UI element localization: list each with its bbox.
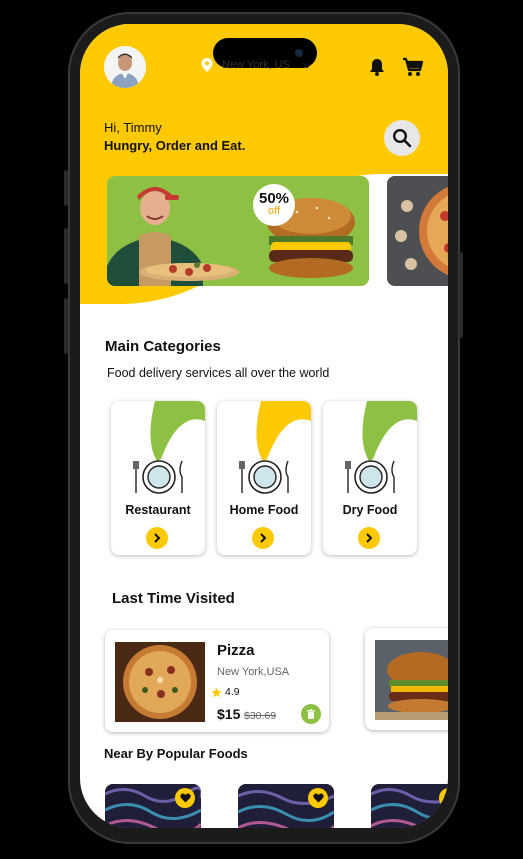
last-visited-title: Last Time Visited bbox=[112, 590, 235, 607]
app-screen: New York, US Hi, Timmy Hungry, Order and… bbox=[80, 24, 448, 828]
plate-icon bbox=[345, 460, 395, 494]
popular-food-image bbox=[371, 784, 448, 828]
phone-volume-up bbox=[64, 228, 68, 284]
near-by-title: Near By Popular Foods bbox=[104, 746, 248, 761]
avatar[interactable] bbox=[104, 46, 146, 88]
trash-icon bbox=[307, 708, 315, 719]
category-card-home-food[interactable]: Home Food bbox=[217, 401, 311, 555]
visited-item-name: Pizza bbox=[217, 642, 255, 659]
phone-power-button bbox=[459, 252, 463, 338]
visited-item-rating: 4.9 bbox=[211, 686, 240, 698]
categories-subtitle: Food delivery services all over the worl… bbox=[107, 366, 330, 380]
search-button[interactable] bbox=[384, 120, 420, 156]
category-flag-icon bbox=[150, 401, 205, 461]
plate-icon bbox=[133, 460, 183, 494]
chevron-right-icon bbox=[154, 533, 161, 543]
popular-food-tile[interactable] bbox=[105, 784, 201, 828]
favorite-button[interactable] bbox=[308, 788, 328, 808]
last-visited-card-pizza[interactable]: Pizza New York,USA 4.9 $15 $30.69 bbox=[105, 630, 329, 732]
categories-title: Main Categories bbox=[105, 338, 221, 355]
chevron-right-icon bbox=[260, 533, 267, 543]
visited-item-price: $15 bbox=[217, 706, 241, 722]
category-open-button[interactable] bbox=[252, 527, 274, 549]
star-icon bbox=[211, 687, 222, 697]
last-visited-card-burger[interactable] bbox=[365, 628, 448, 730]
remove-button[interactable] bbox=[301, 704, 321, 724]
phone-silent-switch bbox=[64, 170, 68, 206]
discount-badge: 50% off bbox=[253, 184, 295, 226]
favorite-button[interactable] bbox=[175, 788, 195, 808]
phone-volume-down bbox=[64, 298, 68, 354]
heart-icon bbox=[312, 793, 324, 803]
pizza-image bbox=[115, 642, 205, 722]
chevron-right-icon bbox=[366, 533, 373, 543]
category-card-dry-food[interactable]: Dry Food bbox=[323, 401, 417, 555]
category-label: Dry Food bbox=[342, 503, 398, 517]
category-flag-icon bbox=[362, 401, 417, 461]
user-avatar-icon bbox=[104, 46, 146, 88]
popular-food-tile[interactable] bbox=[371, 784, 448, 828]
category-flag-icon bbox=[256, 401, 311, 461]
bell-icon[interactable] bbox=[367, 57, 387, 77]
heart-icon bbox=[443, 793, 448, 802]
pizza-photo-icon bbox=[115, 642, 205, 722]
cart-icon[interactable] bbox=[402, 56, 424, 78]
chevron-down-icon bbox=[302, 62, 312, 69]
promo-banner-secondary[interactable] bbox=[387, 176, 448, 286]
promo-banner-image bbox=[107, 187, 355, 286]
burger-image bbox=[375, 640, 448, 720]
category-open-button[interactable] bbox=[146, 527, 168, 549]
visited-item-location: New York,USA bbox=[217, 666, 290, 678]
tagline-text: Hungry, Order and Eat. bbox=[104, 138, 246, 153]
promo-banner[interactable]: 50% off bbox=[107, 176, 369, 286]
search-icon bbox=[392, 128, 412, 148]
burger-photo-icon bbox=[375, 640, 448, 720]
heart-icon bbox=[179, 793, 191, 803]
popular-food-tile[interactable] bbox=[238, 784, 334, 828]
location-label: New York, US bbox=[222, 59, 290, 71]
location-selector[interactable]: New York, US bbox=[200, 58, 312, 72]
location-pin-icon bbox=[201, 58, 213, 72]
rating-value: 4.9 bbox=[225, 686, 240, 698]
pizza-banner-image bbox=[387, 176, 448, 286]
category-open-button[interactable] bbox=[358, 527, 380, 549]
category-label: Restaurant bbox=[125, 503, 191, 517]
greeting-text: Hi, Timmy bbox=[104, 120, 162, 135]
plate-icon bbox=[239, 460, 289, 494]
category-card-restaurant[interactable]: Restaurant bbox=[111, 401, 205, 555]
category-label: Home Food bbox=[229, 503, 299, 517]
visited-item-old-price: $30.69 bbox=[244, 710, 277, 722]
